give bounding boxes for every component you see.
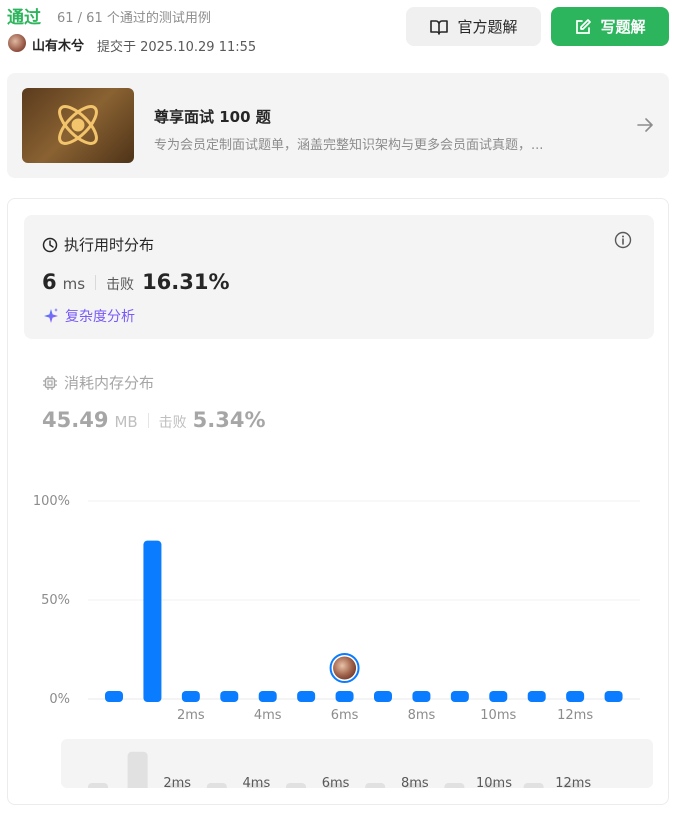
memory-unit: MB — [114, 413, 138, 431]
user-name[interactable]: 山有木兮 — [32, 35, 84, 54]
clock-icon — [42, 237, 58, 252]
memory-beat-label: 击败 — [158, 415, 187, 431]
runtime-beat-percent: 16.31% — [142, 270, 230, 294]
atom-icon — [58, 105, 98, 145]
submit-time: 提交于 2025.10.29 11:55 — [97, 40, 257, 55]
info-icon[interactable] — [614, 231, 632, 249]
edit-icon — [576, 18, 592, 34]
divider — [95, 274, 97, 290]
premium-interview-banner[interactable]: 尊享面试 100 题 专为会员定制面试题单，涵盖完整知识架构与更多会员面试真题，… — [7, 73, 669, 178]
arrow-right-icon[interactable] — [635, 115, 655, 135]
runtime-beat-label: 击败 — [106, 277, 135, 293]
runtime-section[interactable]: 执行用时分布 6 ms 击败 16.31% 复杂度分析 — [24, 215, 654, 339]
chip-icon — [43, 375, 57, 390]
divider — [147, 412, 149, 428]
runtime-unit: ms — [62, 275, 86, 293]
test-count: 61 / 61 个通过的测试用例 — [57, 11, 211, 26]
status-title: 通过 — [7, 8, 41, 28]
runtime-value: 6 — [42, 270, 57, 294]
book-open-icon — [430, 19, 449, 35]
runtime-stats: 6 ms 击败 16.31% — [42, 270, 230, 294]
official-solution-button[interactable]: 官方题解 — [406, 7, 541, 46]
write-solution-label: 写题解 — [600, 18, 646, 36]
memory-header[interactable]: 消耗内存分布 — [42, 372, 154, 393]
complexity-analysis-link[interactable]: 复杂度分析 — [42, 306, 135, 326]
memory-value: 45.49 — [42, 408, 109, 432]
atom-badge-image — [22, 88, 134, 163]
avatar[interactable] — [8, 34, 26, 52]
memory-stats: 45.49 MB 击败 5.34% — [42, 408, 266, 432]
promo-description: 专为会员定制面试题单，涵盖完整知识架构与更多会员面试真题，... — [154, 138, 544, 153]
promo-title: 尊享面试 100 题 — [154, 108, 271, 126]
performance-card: 执行用时分布 6 ms 击败 16.31% 复杂度分析 消耗内存分布 45.49… — [7, 198, 669, 805]
memory-beat-percent: 5.34% — [192, 408, 266, 432]
runtime-header: 执行用时分布 — [42, 234, 154, 255]
memory-title: 消耗内存分布 — [64, 374, 155, 392]
write-solution-button[interactable]: 写题解 — [551, 7, 669, 46]
runtime-title: 执行用时分布 — [64, 236, 155, 254]
official-solution-label: 官方题解 — [457, 18, 518, 36]
complexity-label: 复杂度分析 — [65, 309, 135, 325]
sparkle-icon — [44, 308, 58, 323]
